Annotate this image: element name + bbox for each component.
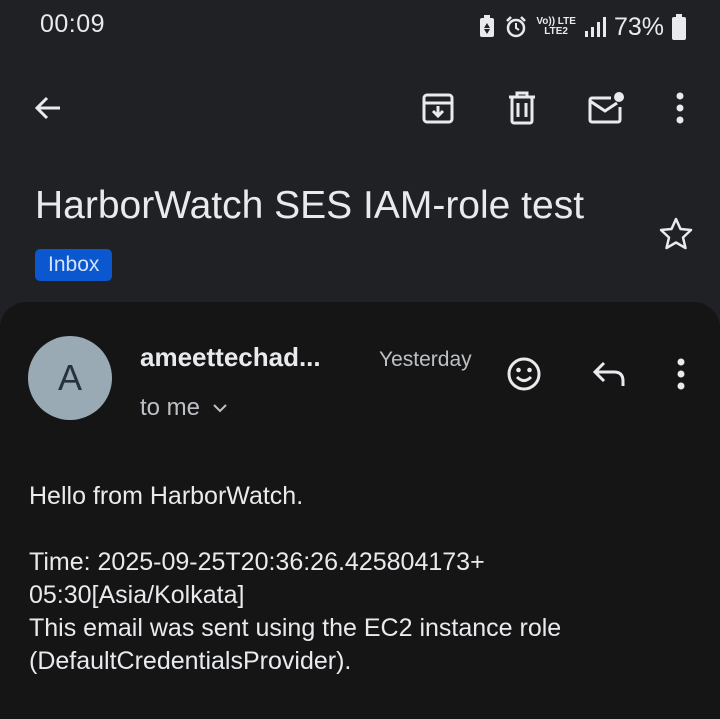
status-bar: 00:09 Vo)) LTE LTE2 73% <box>0 0 720 56</box>
message-body: Hello from HarborWatch. Time: 2025-09-25… <box>29 480 689 678</box>
mail-unread-icon <box>588 92 624 124</box>
reply-button[interactable] <box>585 350 633 398</box>
archive-icon <box>422 93 454 124</box>
body-line: Hello from HarborWatch. <box>29 482 304 510</box>
avatar[interactable]: A <box>28 336 112 420</box>
more-vert-icon <box>677 358 685 390</box>
status-time: 00:09 <box>40 10 106 38</box>
battery-saver-icon <box>478 15 496 39</box>
recipient-label: to me <box>140 394 201 421</box>
battery-percent: 73% <box>613 12 664 41</box>
message-date: Yesterday <box>379 348 472 371</box>
star-icon <box>659 217 693 250</box>
body-line: 05:30[Asia/Kolkata] <box>29 581 245 609</box>
message-more-button[interactable] <box>657 350 705 398</box>
battery-icon <box>672 14 686 40</box>
email-subject: HarborWatch SES IAM-role test <box>35 184 585 227</box>
status-icons: Vo)) LTE LTE2 73% <box>478 10 686 44</box>
star-button[interactable] <box>652 210 700 258</box>
delete-button[interactable] <box>498 84 546 132</box>
back-button[interactable] <box>24 84 72 132</box>
archive-button[interactable] <box>414 84 462 132</box>
body-line: Time: 2025-09-25T20:36:26.425804173+ <box>29 548 485 576</box>
recipient-details[interactable]: to me <box>140 394 228 422</box>
app-bar <box>0 80 720 140</box>
inbox-label-chip[interactable]: Inbox <box>35 249 113 281</box>
signal-icon <box>584 16 606 38</box>
alarm-icon <box>504 15 528 39</box>
react-button[interactable] <box>500 350 548 398</box>
mark-unread-button[interactable] <box>582 84 630 132</box>
chevron-down-icon <box>213 404 227 413</box>
more-vert-icon <box>676 92 684 124</box>
trash-icon <box>509 91 535 125</box>
network-label: Vo)) LTE LTE2 <box>536 16 576 37</box>
smiley-icon <box>507 357 541 391</box>
body-line: This email was sent using the EC2 instan… <box>29 614 562 642</box>
more-options-button[interactable] <box>656 84 704 132</box>
body-line: (DefaultCredentialsProvider). <box>29 647 352 675</box>
reply-icon <box>592 361 625 386</box>
sender-name[interactable]: ameettechad... <box>140 342 321 373</box>
arrow-left-icon <box>34 96 60 120</box>
